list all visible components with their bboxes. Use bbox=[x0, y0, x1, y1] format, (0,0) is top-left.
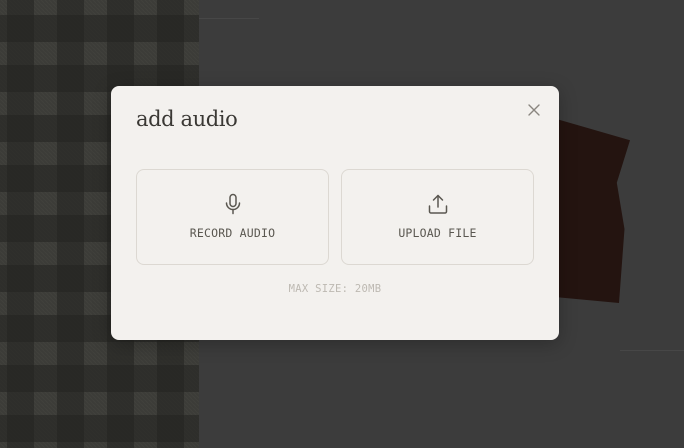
upload-icon bbox=[428, 194, 447, 214]
close-icon bbox=[528, 104, 540, 116]
dialog-title: add audio bbox=[136, 107, 238, 131]
background-divider bbox=[620, 350, 684, 351]
close-button[interactable] bbox=[525, 101, 543, 119]
max-size-hint: MAX SIZE: 20MB bbox=[288, 283, 382, 295]
record-audio-label: RECORD AUDIO bbox=[189, 226, 276, 240]
add-audio-dialog: add audio RECORD AUDIO UPLOAD FILE MAX S… bbox=[111, 86, 559, 340]
upload-file-button[interactable]: UPLOAD FILE bbox=[341, 169, 534, 265]
microphone-icon bbox=[225, 193, 240, 215]
app-background: add audio RECORD AUDIO UPLOAD FILE MAX S… bbox=[0, 0, 684, 448]
upload-file-label: UPLOAD FILE bbox=[398, 226, 477, 240]
record-audio-button[interactable]: RECORD AUDIO bbox=[136, 169, 329, 265]
background-divider bbox=[199, 18, 259, 19]
